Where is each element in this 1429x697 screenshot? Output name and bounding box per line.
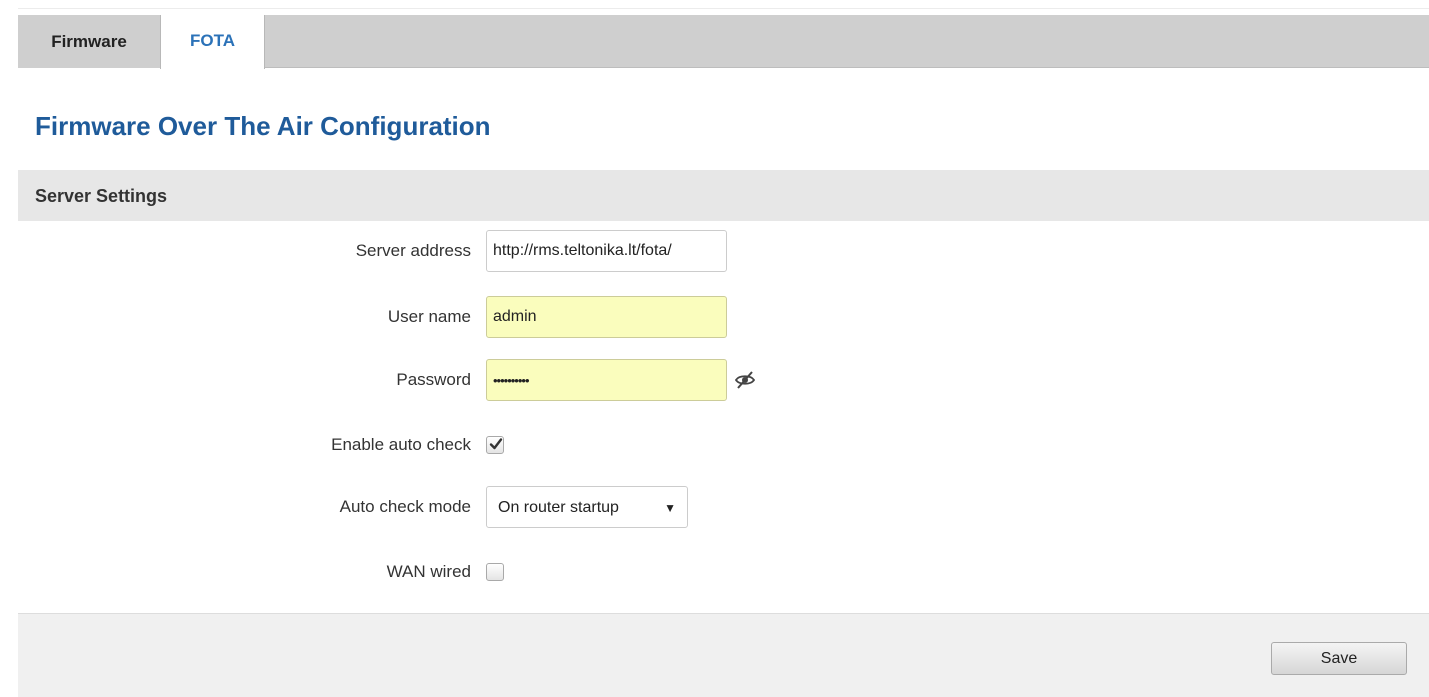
auto-check-mode-select[interactable]: On router startup ▼ <box>486 486 688 528</box>
auto-check-mode-label: Auto check mode <box>339 497 471 516</box>
tab-firmware[interactable]: Firmware <box>18 15 160 68</box>
enable-auto-check-checkbox[interactable] <box>486 436 504 454</box>
row-server-address: Server address <box>18 230 1429 272</box>
row-enable-auto-check: Enable auto check <box>18 424 1429 466</box>
section-header-server-settings: Server Settings <box>18 170 1429 221</box>
server-address-input[interactable] <box>486 230 727 272</box>
auto-check-mode-selected: On router startup <box>498 499 619 516</box>
tab-bar: Firmware FOTA <box>18 15 1429 69</box>
user-name-label: User name <box>387 307 471 326</box>
server-address-label: Server address <box>355 241 471 260</box>
wan-wired-checkbox[interactable] <box>486 563 504 581</box>
tab-fota[interactable]: FOTA <box>160 15 265 69</box>
password-field-wrap <box>486 359 756 401</box>
row-auto-check-mode: Auto check mode On router startup ▼ <box>18 486 1429 528</box>
wan-wired-label: WAN wired <box>386 562 471 581</box>
top-divider <box>18 8 1429 9</box>
save-button[interactable]: Save <box>1271 642 1407 675</box>
row-user-name: User name <box>18 296 1429 338</box>
row-wan-wired: WAN wired <box>18 551 1429 593</box>
page-title: Firmware Over The Air Configuration <box>35 111 491 141</box>
password-label: Password <box>396 370 471 389</box>
user-name-field-wrap <box>486 296 727 338</box>
password-input[interactable] <box>486 359 727 401</box>
eye-slash-icon[interactable] <box>734 369 756 391</box>
fota-page: Firmware FOTA Firmware Over The Air Conf… <box>0 0 1429 697</box>
row-password: Password <box>18 359 1429 401</box>
user-name-input[interactable] <box>486 296 727 338</box>
enable-auto-check-label: Enable auto check <box>331 435 471 454</box>
server-address-field-wrap <box>486 230 727 272</box>
checkmark-icon <box>489 438 503 450</box>
dropdown-arrow-icon: ▼ <box>664 501 676 515</box>
form-footer: Save <box>18 613 1429 697</box>
